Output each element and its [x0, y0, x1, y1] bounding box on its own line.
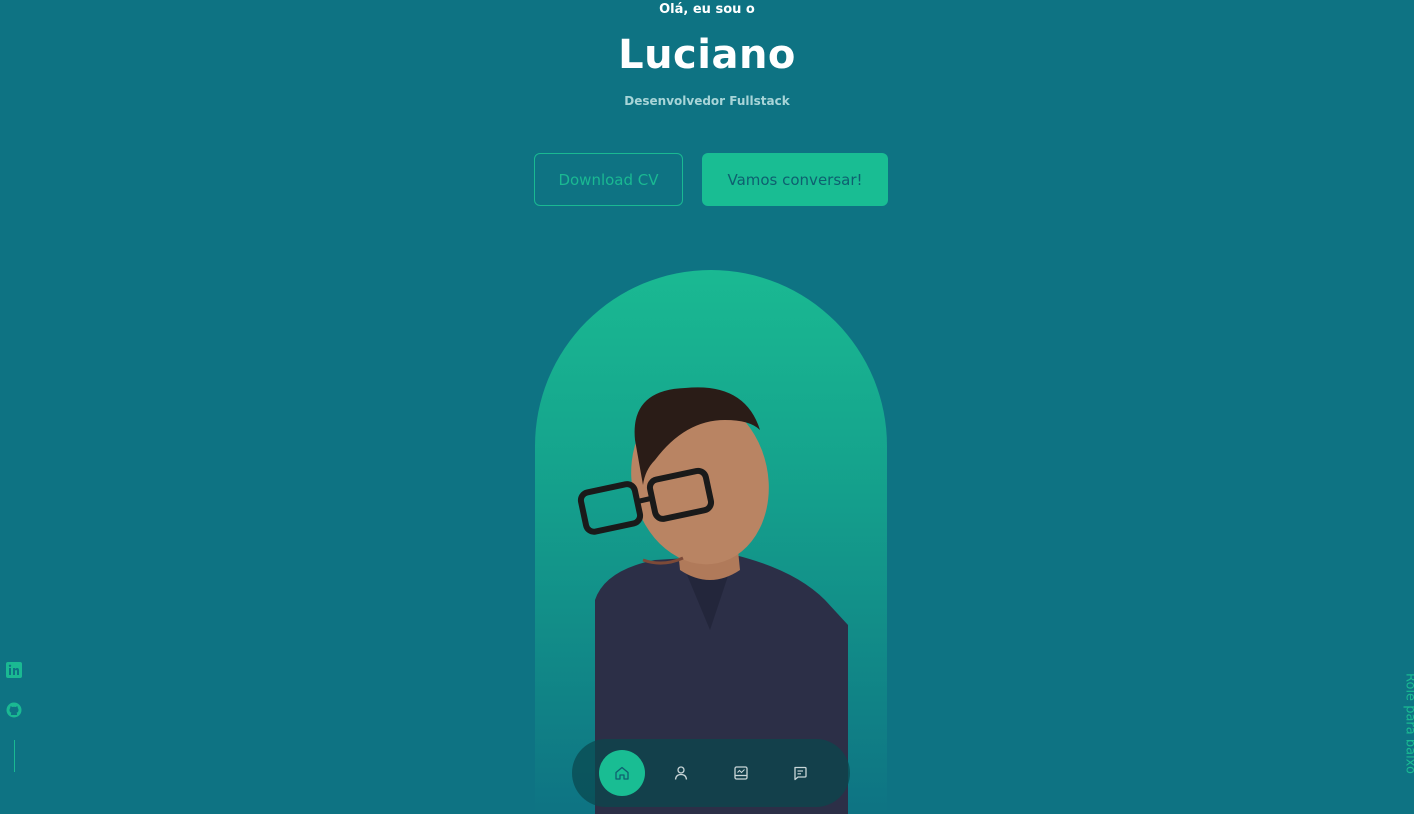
home-icon [615, 766, 629, 780]
home-page: Olá, eu sou o Luciano Desenvolvedor Full… [0, 0, 1414, 814]
nav-home[interactable] [599, 750, 645, 796]
message-icon [794, 766, 807, 781]
bottom-nav [572, 739, 850, 807]
social-links [6, 662, 24, 772]
greeting-text: Olá, eu sou o [659, 2, 755, 17]
user-icon [674, 766, 688, 780]
scroll-down-hint[interactable]: Role para baixo [1373, 672, 1414, 782]
portrait-frame [535, 270, 887, 814]
nav-contact[interactable] [777, 750, 823, 796]
portrait-photo [577, 387, 848, 814]
hero-name: Luciano [618, 32, 796, 78]
github-icon[interactable] [6, 702, 22, 718]
hero-role: Desenvolvedor Fullstack [624, 94, 790, 108]
download-cv-button[interactable]: Download CV [534, 153, 683, 206]
contact-button[interactable]: Vamos conversar! [702, 153, 888, 206]
linkedin-icon[interactable] [6, 662, 22, 678]
scroll-down-label[interactable]: Role para baixo [1403, 669, 1414, 779]
portfolio-icon [734, 766, 748, 780]
social-divider-line [14, 740, 15, 772]
nav-about[interactable] [658, 750, 704, 796]
nav-portfolio[interactable] [718, 750, 764, 796]
